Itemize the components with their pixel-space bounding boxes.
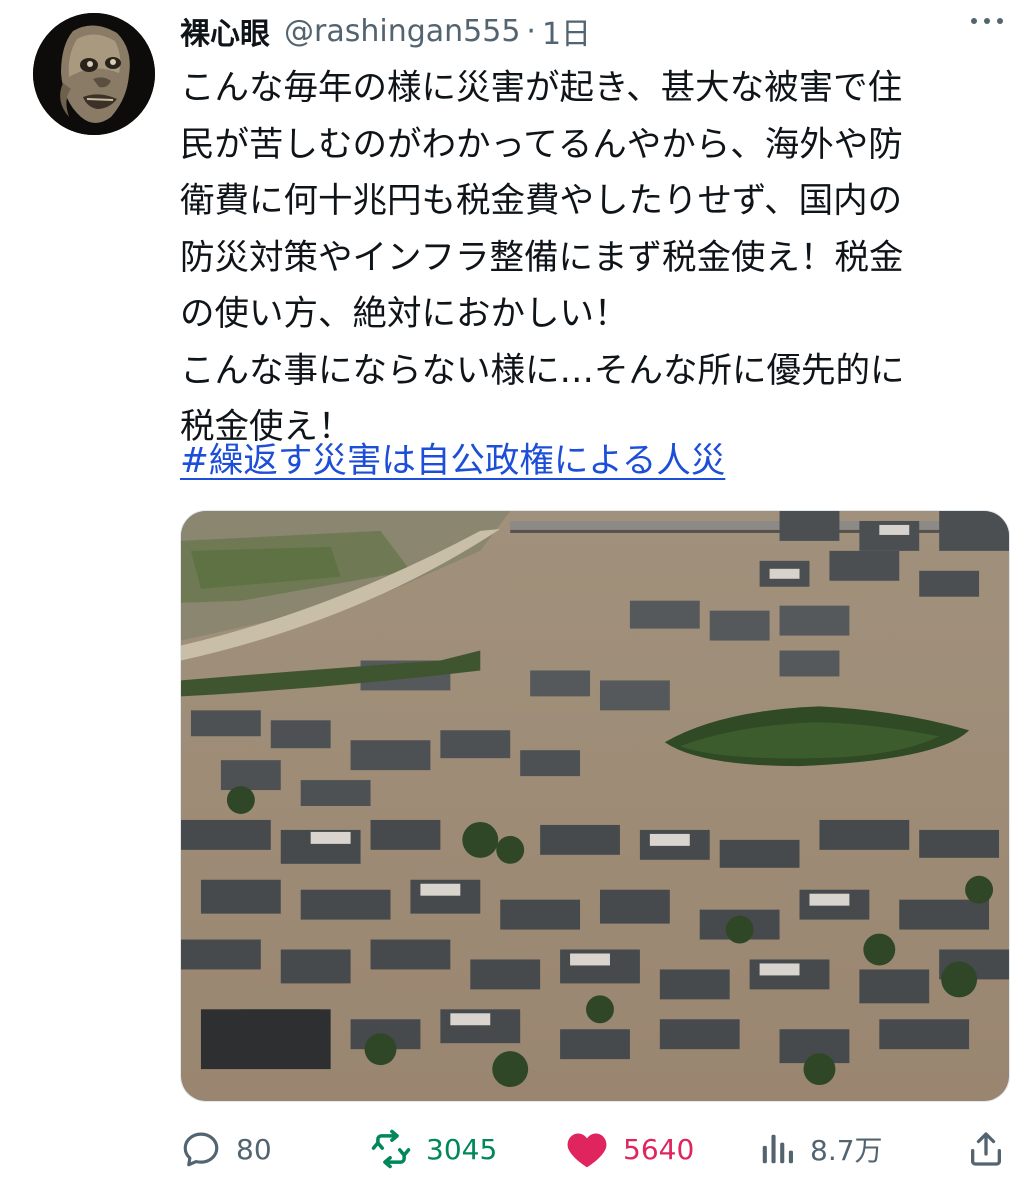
views-icon <box>762 1134 793 1164</box>
views-button[interactable]: 8.7万 <box>758 1123 883 1175</box>
action-bar: 80 3045 5640 8.7万 <box>180 1123 1010 1175</box>
retweet-button[interactable]: 3045 <box>370 1123 497 1175</box>
tweet-header: 裸心眼 @rashingan555 · 1日 <box>180 8 591 54</box>
like-button[interactable]: 5640 <box>565 1123 694 1175</box>
tweet: 裸心眼 @rashingan555 · 1日 こんな毎年の様に災害が起き、甚大な… <box>0 0 1035 1200</box>
views-count: 8.7万 <box>810 1134 883 1167</box>
tweet-text-line: こんな毎年の様に災害が起き、甚大な被害で住 <box>180 68 903 108</box>
reply-count: 80 <box>236 1132 272 1166</box>
avatar-image <box>33 13 155 135</box>
tweet-text-line: 衛費に何十兆円も税金費やしたりせず、国内の <box>180 181 903 221</box>
tweet-text-line: の使い方、絶対におかしい！ <box>180 294 629 334</box>
user-handle[interactable]: @rashingan555 <box>284 14 520 49</box>
tweet-photo[interactable] <box>180 510 1010 1102</box>
tweet-text: こんな毎年の様に災害が起き、甚大な被害で住 民が苦しむのがわかってるんやから、海… <box>180 60 1010 456</box>
share-button[interactable] <box>966 1123 1006 1175</box>
reply-icon <box>183 1132 219 1167</box>
more-icon[interactable] <box>971 18 1003 24</box>
separator-dot: · <box>526 13 536 49</box>
like-count: 5640 <box>623 1132 695 1166</box>
heart-icon <box>567 1133 607 1168</box>
tweet-text-line: 防災対策やインフラ整備にまず税金使え！税金 <box>180 237 904 278</box>
share-icon <box>971 1132 1001 1166</box>
flood-photo <box>181 511 1009 1101</box>
reply-button[interactable]: 80 <box>180 1123 272 1175</box>
avatar[interactable] <box>33 13 155 135</box>
hashtag-link[interactable]: #繰返す災害は自公政権による人災 <box>180 433 725 490</box>
tweet-text-line: 民が苦しむのがわかってるんやから、海外や防 <box>180 124 903 165</box>
display-name[interactable]: 裸心眼 <box>180 9 270 53</box>
retweet-icon <box>371 1129 411 1169</box>
retweet-count: 3045 <box>426 1132 498 1166</box>
tweet-text-line: こんな事にならない様に…そんな所に優先的に <box>180 350 905 391</box>
timestamp[interactable]: 1日 <box>542 9 591 53</box>
